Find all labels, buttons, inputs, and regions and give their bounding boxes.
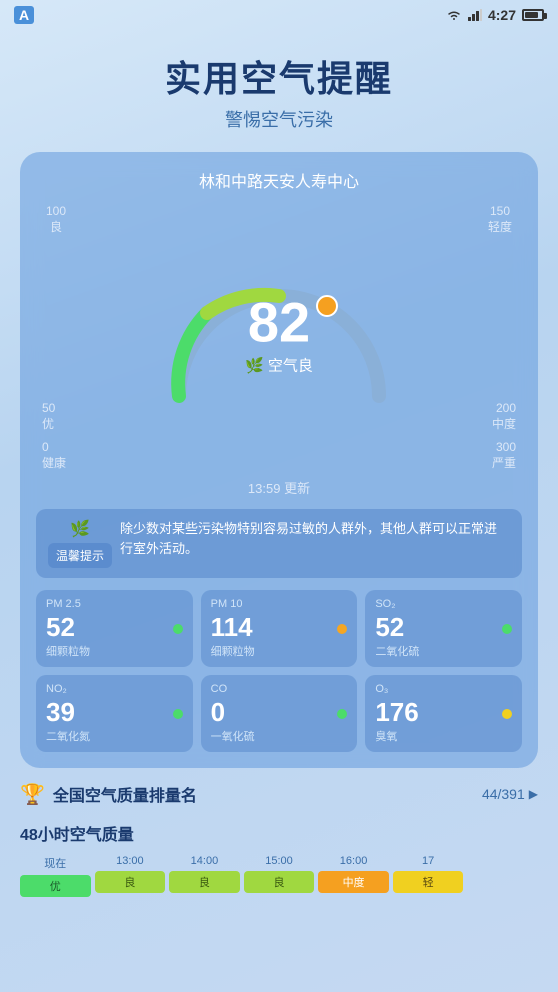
scale-100: 100 — [46, 204, 66, 220]
ranking-section[interactable]: 🏆 全国空气质量排量名 44/391 ▶ — [20, 782, 538, 807]
scale-100-label: 良 — [50, 220, 62, 236]
scale-300-label: 严重 — [492, 456, 516, 472]
metric-value-so2: 52 — [375, 612, 404, 643]
hour-label: 14:00 — [191, 855, 219, 867]
hour-label: 13:00 — [116, 855, 144, 867]
metric-value-pm25: 52 — [46, 612, 75, 643]
scale-0-label: 健康 — [42, 456, 66, 472]
metric-dot-o3 — [502, 709, 512, 719]
hour-label: 15:00 — [265, 855, 293, 867]
metric-name-no2: 二氧化氮 — [46, 728, 183, 744]
gauge-container: 82 🌿 空气良 — [149, 241, 409, 421]
metric-label-so2: SO₂ — [375, 598, 512, 610]
scale-200-label: 中度 — [492, 417, 516, 433]
metric-label-o3: O₃ — [375, 683, 512, 695]
metric-label-pm25: PM 2.5 — [46, 598, 183, 610]
metric-name-co: 一氧化硫 — [211, 728, 348, 744]
status-bar: A 4:27 — [0, 0, 558, 30]
trophy-icon: 🏆 — [20, 782, 45, 807]
metric-name-so2: 二氧化硫 — [375, 643, 512, 659]
metric-label-co: CO — [211, 683, 348, 695]
metric-name-pm10: 细颗粒物 — [211, 643, 348, 659]
hourly-grid: 现在 优 13:00 良 14:00 良 15:00 良 16:00 中度 17… — [20, 855, 538, 897]
scale-150: 150 — [490, 204, 510, 220]
metric-name-o3: 臭氧 — [375, 728, 512, 744]
hour-badge: 中度 — [318, 871, 389, 893]
app-subtitle: 警惕空气污染 — [20, 106, 538, 132]
scale-300: 300 — [496, 440, 516, 456]
metric-card-pm10: PM 10 114 细颗粒物 — [201, 590, 358, 667]
hourly-title: 48小时空气质量 — [20, 821, 538, 845]
hour-col: 14:00 良 — [169, 855, 240, 897]
main-card: 林和中路天安人寿中心 100 良 150 轻度 82 🌿 空气 — [20, 152, 538, 768]
scale-50-label: 优 — [42, 417, 54, 433]
hour-badge: 良 — [244, 871, 315, 893]
metric-value-o3: 176 — [375, 697, 418, 728]
time-display: 4:27 — [488, 7, 516, 23]
aqi-value: 82 — [245, 295, 313, 351]
ranking-right: 44/391 ▶ — [482, 786, 538, 802]
hour-col: 16:00 中度 — [318, 855, 389, 897]
gauge-center: 82 🌿 空气良 — [245, 295, 313, 376]
location-title: 林和中路天安人寿中心 — [36, 168, 522, 192]
metric-dot-pm10 — [337, 624, 347, 634]
metric-card-o3: O₃ 176 臭氧 — [365, 675, 522, 752]
metric-value-co: 0 — [211, 697, 225, 728]
hour-col: 17 轻 — [393, 855, 464, 897]
metric-dot-co — [337, 709, 347, 719]
alert-tag: 温馨提示 — [48, 543, 112, 568]
hour-badge: 优 — [20, 875, 91, 897]
gauge-scale-labels: 100 良 150 轻度 — [36, 204, 522, 235]
alert-box: 🌿 温馨提示 除少数对某些污染物特别容易过敏的人群外，其他人群可以正常进行室外活… — [36, 509, 522, 578]
metric-value-pm10: 114 — [211, 612, 253, 643]
hour-col: 13:00 良 — [95, 855, 166, 897]
hour-badge: 轻 — [393, 871, 464, 893]
scale-200: 200 — [496, 401, 516, 417]
metric-label-pm10: PM 10 — [211, 598, 348, 610]
hour-col: 15:00 良 — [244, 855, 315, 897]
update-time: 13:59 更新 — [36, 478, 522, 497]
hour-label: 17 — [422, 855, 434, 867]
metric-value-no2: 39 — [46, 697, 75, 728]
chevron-right-icon: ▶ — [529, 787, 538, 801]
scale-150-label: 轻度 — [488, 220, 512, 236]
metric-card-no2: NO₂ 39 二氧化氮 — [36, 675, 193, 752]
metric-name-pm25: 细颗粒物 — [46, 643, 183, 659]
ranking-left: 🏆 全国空气质量排量名 — [20, 782, 197, 807]
hour-badge: 良 — [169, 871, 240, 893]
ranking-value: 44/391 — [482, 786, 525, 802]
metric-card-so2: SO₂ 52 二氧化硫 — [365, 590, 522, 667]
metric-card-co: CO 0 一氧化硫 — [201, 675, 358, 752]
aqi-label: 🌿 空气良 — [245, 355, 313, 376]
leaf-icon: 🌿 — [70, 519, 90, 539]
scale-0: 0 — [42, 440, 49, 456]
metric-dot-pm25 — [173, 624, 183, 634]
header: 实用空气提醒 警惕空气污染 — [0, 30, 558, 142]
app-title: 实用空气提醒 — [20, 50, 538, 102]
metrics-grid: PM 2.5 52 细颗粒物 PM 10 114 细颗粒物 SO₂ 52 二氧化… — [36, 590, 522, 752]
app-icon: A — [14, 6, 34, 24]
hour-col: 现在 优 — [20, 855, 91, 897]
scale-50: 50 — [42, 401, 55, 417]
metric-label-no2: NO₂ — [46, 683, 183, 695]
battery-icon — [522, 9, 544, 21]
signal-icon — [468, 9, 482, 21]
hour-label: 现在 — [44, 855, 66, 871]
metric-dot-no2 — [173, 709, 183, 719]
wifi-icon — [446, 9, 462, 21]
metric-dot-so2 — [502, 624, 512, 634]
hour-label: 16:00 — [340, 855, 368, 867]
hour-badge: 良 — [95, 871, 166, 893]
hourly-section: 48小时空气质量 现在 优 13:00 良 14:00 良 15:00 良 16… — [20, 821, 538, 897]
ranking-title: 全国空气质量排量名 — [53, 782, 197, 806]
metric-card-pm25: PM 2.5 52 细颗粒物 — [36, 590, 193, 667]
alert-text: 除少数对某些污染物特别容易过敏的人群外，其他人群可以正常进行室外活动。 — [120, 519, 510, 561]
